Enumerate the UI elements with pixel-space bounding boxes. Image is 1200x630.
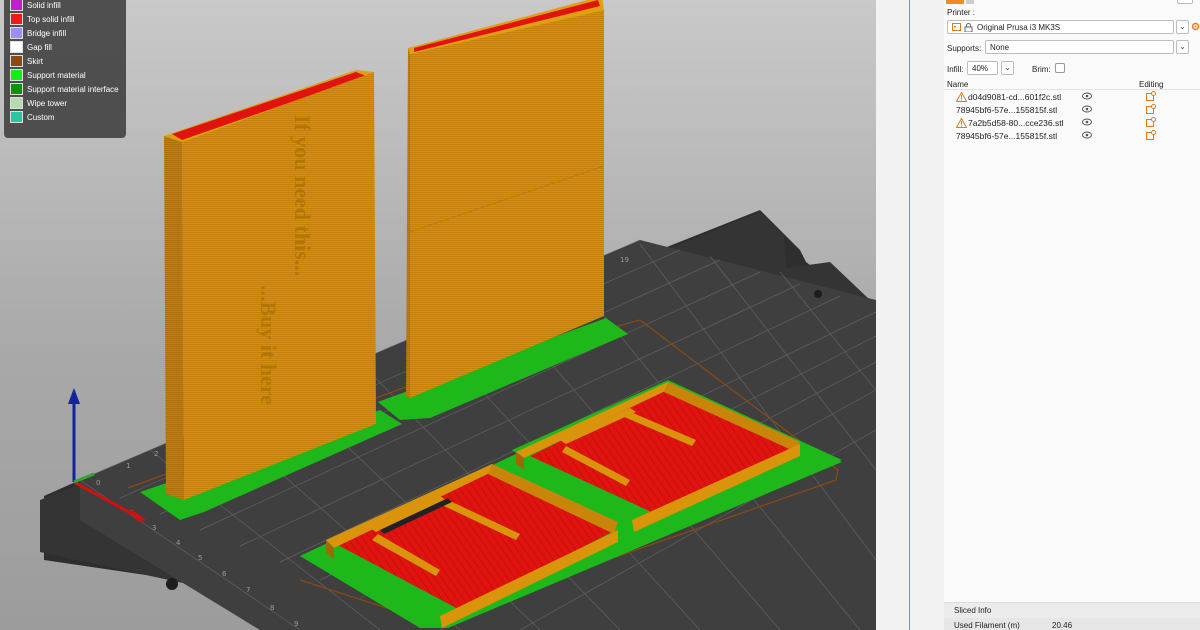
infill-dropdown-button[interactable]: ⌄: [1001, 61, 1014, 75]
legend-item-bridge-infill: Bridge infill: [10, 26, 126, 40]
printer-select[interactable]: Original Prusa i3 MK3S: [947, 20, 1174, 34]
settings-edit-icon[interactable]: [1146, 104, 1156, 114]
lock-icon: [964, 22, 973, 32]
printer-icon: [952, 23, 961, 31]
legend-label: Skirt: [27, 56, 43, 66]
svg-text:6: 6: [222, 570, 227, 578]
svg-text:9: 9: [294, 620, 298, 628]
feature-type-legend: Solid infill Top solid infill Bridge inf…: [4, 0, 126, 138]
infill-label: Infill:: [947, 65, 964, 74]
object-name: d04d9081-cd...601f2c.stl: [968, 91, 1062, 102]
mode-tab[interactable]: [966, 0, 974, 4]
preview-scene: 012 234 567 8919: [40, 0, 876, 630]
legend-item-skirt: Skirt: [10, 54, 126, 68]
eye-icon[interactable]: [1082, 118, 1092, 126]
text-block-1: If you need this... ...Buy it here: [164, 70, 376, 500]
printer-dropdown-button[interactable]: ⌄: [1176, 20, 1189, 34]
gear-icon[interactable]: [1191, 22, 1200, 31]
legend-swatch: [10, 27, 23, 39]
eye-icon[interactable]: [1082, 105, 1092, 113]
svg-text:8: 8: [270, 604, 274, 612]
legend-swatch: [10, 55, 23, 67]
supports-label: Supports:: [947, 44, 982, 53]
panel-splitter[interactable]: [876, 0, 944, 630]
settings-edit-icon[interactable]: [1146, 91, 1156, 101]
svg-text:0: 0: [96, 479, 100, 487]
legend-item-gap-fill: Gap fill: [10, 40, 126, 54]
warning-icon: [956, 117, 967, 128]
svg-text:7: 7: [246, 586, 250, 594]
legend-item-custom: Custom: [10, 110, 126, 124]
chevron-down-icon: ⌄: [1179, 42, 1186, 51]
legend-swatch: [10, 111, 23, 123]
legend-label: Support material interface: [27, 84, 119, 94]
object-name: 78945bf6-57e...155815f.stl: [956, 104, 1058, 115]
used-filament-label: Used Filament (m): [954, 621, 1020, 630]
printer-label: Printer :: [947, 8, 976, 17]
chevron-down-icon: ⌄: [1004, 63, 1011, 72]
object-list-item[interactable]: 7a2b5d58-80...cce236.stl: [944, 116, 1200, 129]
splitter-divider-line: [909, 0, 910, 630]
legend-item-solid-infill: Solid infill: [10, 0, 126, 12]
svg-text:5: 5: [198, 554, 202, 562]
legend-label: Custom: [27, 112, 55, 122]
legend-label: Support material: [27, 70, 86, 80]
sliced-info-panel: Sliced Info Used Filament (m) 20.46: [944, 602, 1200, 630]
app-window: 012 234 567 8919: [0, 0, 1200, 630]
eye-icon[interactable]: [1082, 92, 1092, 100]
legend-item-support-interface: Support material interface: [10, 82, 126, 96]
supports-select[interactable]: None: [985, 40, 1174, 54]
column-header-editing[interactable]: Editing: [1139, 80, 1163, 89]
object-name: 78945bf6-57e...155815f.stl: [956, 130, 1058, 141]
svg-text:2: 2: [154, 450, 158, 458]
printer-value: Original Prusa i3 MK3S: [977, 22, 1061, 32]
brim-checkbox[interactable]: [1055, 63, 1065, 73]
legend-swatch: [10, 97, 23, 109]
infill-value: 40%: [972, 64, 989, 73]
svg-text:19: 19: [620, 256, 629, 264]
legend-swatch: [10, 13, 23, 25]
object-list-item[interactable]: 78945bf6-57e...155815f.stl: [944, 103, 1200, 116]
legend-swatch: [10, 41, 23, 53]
legend-label: Top solid infill: [27, 14, 75, 24]
object-list-item[interactable]: 78945bf6-57e...155815f.stl: [944, 129, 1200, 142]
mode-tab-active[interactable]: [946, 0, 964, 4]
legend-item-wipe-tower: Wipe tower: [10, 96, 126, 110]
legend-swatch: [10, 0, 23, 11]
3d-viewport[interactable]: 012 234 567 8919: [0, 0, 876, 630]
used-filament-value: 20.46: [1052, 621, 1073, 630]
legend-item-top-solid-infill: Top solid infill: [10, 12, 126, 26]
legend-label: Solid infill: [27, 0, 61, 10]
block-text-line-2: ...Buy it here: [256, 285, 281, 405]
infill-input[interactable]: 40%: [967, 61, 998, 75]
legend-label: Bridge infill: [27, 28, 67, 38]
legend-label: Wipe tower: [27, 98, 68, 108]
brim-label: Brim:: [1032, 65, 1051, 74]
supports-value: None: [990, 43, 1010, 52]
object-list-item[interactable]: d04d9081-cd...601f2c.stl: [944, 90, 1200, 103]
settings-edit-icon[interactable]: [1146, 117, 1156, 127]
block-text-line-1: If you need this...: [290, 115, 315, 276]
settings-sidebar: Printer : Original Prusa i3 MK3S ⌄ Suppo…: [944, 0, 1200, 630]
settings-edit-icon[interactable]: [1146, 130, 1156, 140]
object-list-header: Name Editing: [944, 79, 1200, 90]
object-name: 7a2b5d58-80...cce236.stl: [968, 117, 1064, 128]
legend-label: Gap fill: [27, 42, 52, 52]
svg-text:1: 1: [126, 462, 130, 470]
eye-icon[interactable]: [1082, 131, 1092, 139]
legend-swatch: [10, 69, 23, 81]
svg-text:3: 3: [152, 524, 156, 532]
top-right-button[interactable]: [1177, 0, 1193, 4]
warning-icon: [956, 91, 967, 102]
chevron-down-icon: ⌄: [1179, 22, 1186, 31]
supports-dropdown-button[interactable]: ⌄: [1176, 40, 1189, 54]
column-header-name[interactable]: Name: [947, 80, 968, 89]
legend-item-support-material: Support material: [10, 68, 126, 82]
used-filament-row: Used Filament (m) 20.46: [944, 618, 1200, 630]
sliced-info-title: Sliced Info: [954, 606, 992, 615]
legend-swatch: [10, 83, 23, 95]
svg-text:4: 4: [176, 539, 181, 547]
